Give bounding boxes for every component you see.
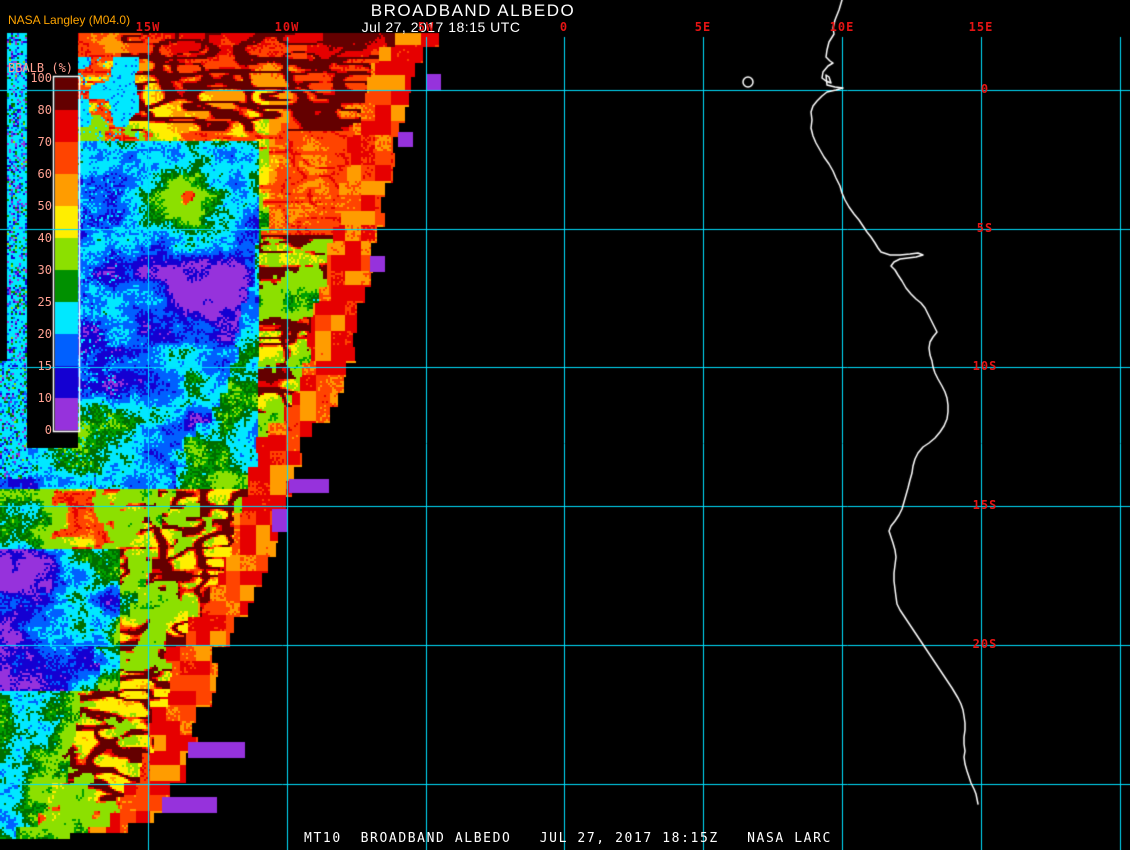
legend-tick-40: 40 <box>37 231 52 245</box>
timestamp-subtitle: Jul 27, 2017 18:15 UTC <box>361 19 521 35</box>
lon-label-15E: 15E <box>968 20 994 34</box>
lon-label-10W: 10W <box>274 20 300 34</box>
legend-tick-100: 100 <box>30 71 52 85</box>
lat-label-10S: 10S <box>972 359 998 373</box>
albedo-map-canvas <box>0 0 1130 850</box>
legend-tick-20: 20 <box>37 327 52 341</box>
legend-tick-15: 15 <box>37 359 52 373</box>
lat-label-20S: 20S <box>972 637 998 651</box>
legend-tick-25: 25 <box>37 295 52 309</box>
lon-label-0: 0 <box>559 20 569 34</box>
legend-tick-70: 70 <box>37 135 52 149</box>
legend-tick-10: 10 <box>37 391 52 405</box>
legend-tick-50: 50 <box>37 199 52 213</box>
legend-tick-0: 0 <box>44 423 52 437</box>
nasa-langley-watermark: NASA Langley (M04.0) <box>8 13 131 27</box>
legend-tick-30: 30 <box>37 263 52 277</box>
lon-label-5E: 5E <box>694 20 712 34</box>
lon-label-10E: 10E <box>829 20 855 34</box>
footer-caption: MT10 BROADBAND ALBEDO JUL 27, 2017 18:15… <box>304 831 832 846</box>
albedo-map-viewport: NASA Langley (M04.0) BROADBAND ALBEDO Ju… <box>0 0 1130 850</box>
lon-label-5W: 5W <box>417 20 435 34</box>
lat-label-15S: 15S <box>972 498 998 512</box>
page-title: BROADBAND ALBEDO <box>370 1 576 20</box>
legend-tick-60: 60 <box>37 167 52 181</box>
legend-tick-80: 80 <box>37 103 52 117</box>
lat-label-0: 0 <box>980 82 990 96</box>
lon-label-15W: 15W <box>135 20 161 34</box>
lat-label-5S: 5S <box>976 221 994 235</box>
